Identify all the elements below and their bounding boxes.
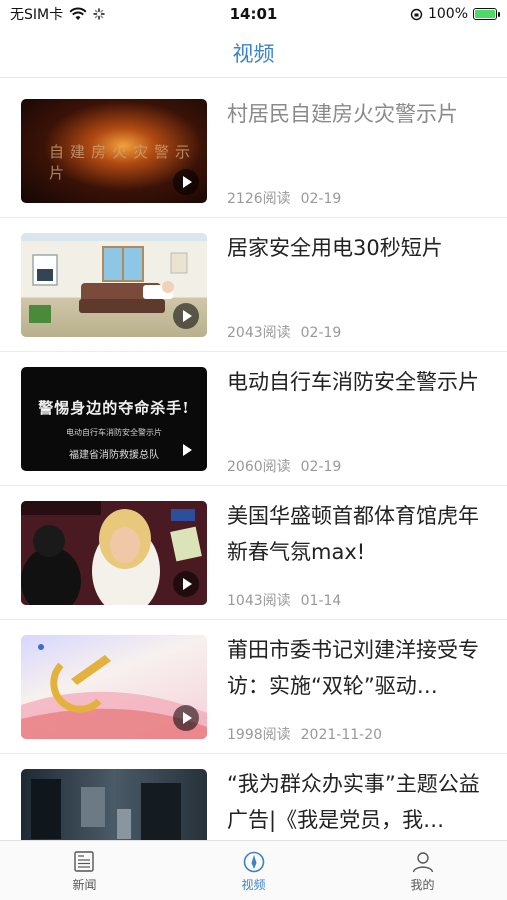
video-thumbnail[interactable] <box>21 635 207 739</box>
wifi-icon <box>69 7 87 20</box>
video-item[interactable]: 警惕身边的夺命杀手! 电动自行车消防安全警示片 福建省消防救援总队 电动自行车消… <box>0 352 507 486</box>
video-title[interactable]: 居家安全用电30秒短片 <box>227 230 487 266</box>
tab-news[interactable]: 新闻 <box>0 841 169 900</box>
video-list[interactable]: 自建房火灾警示片 村居民自建房火灾警示片 2126阅读 02-19 居家安全用电… <box>0 84 507 840</box>
video-title[interactable]: 电动自行车消防安全警示片 <box>227 364 487 400</box>
view-count: 2060阅读 <box>227 459 291 475</box>
user-icon <box>412 852 433 873</box>
tab-mine[interactable]: 我的 <box>338 841 507 900</box>
play-icon[interactable] <box>173 303 199 329</box>
battery-charging-icon <box>473 8 500 20</box>
loading-icon <box>93 8 105 20</box>
tab-bar: 新闻 视频 我的 <box>0 840 507 900</box>
publish-date: 02-19 <box>300 191 342 207</box>
page-title: 视频 <box>232 41 275 66</box>
video-title[interactable]: “我为群众办实事”主题公益广告|《我是党员，我… <box>227 766 487 838</box>
publish-date: 01-14 <box>300 593 342 609</box>
status-bar: 无SIM卡 14:01 100% <box>0 0 507 28</box>
tab-label: 新闻 <box>72 878 97 892</box>
video-thumbnail[interactable]: 自建房火灾警示片 <box>21 99 207 203</box>
video-thumbnail[interactable] <box>21 233 207 337</box>
street-scene-illustration <box>31 779 181 840</box>
tab-label: 我的 <box>410 878 435 892</box>
video-item[interactable]: “我为群众办实事”主题公益广告|《我是党员，我… <box>0 754 507 840</box>
video-item[interactable]: 居家安全用电30秒短片 2043阅读 02-19 <box>0 218 507 352</box>
video-title[interactable]: 美国华盛顿首都体育馆虎年新春气氛max! <box>227 498 487 570</box>
video-meta: 2060阅读 02-19 <box>227 456 341 476</box>
video-meta: 1043阅读 01-14 <box>227 590 341 610</box>
publish-date: 2021-11-20 <box>300 727 383 743</box>
video-item[interactable]: 美国华盛顿首都体育馆虎年新春气氛max! 1043阅读 01-14 <box>0 486 507 620</box>
video-item[interactable]: 自建房火灾警示片 村居民自建房火灾警示片 2126阅读 02-19 <box>0 84 507 218</box>
view-count: 1998阅读 <box>227 727 291 743</box>
view-count: 2043阅读 <box>227 325 291 341</box>
video-meta: 2126阅读 02-19 <box>227 188 341 208</box>
view-count: 1043阅读 <box>227 593 291 609</box>
publish-date: 02-19 <box>300 325 342 341</box>
tab-video[interactable]: 视频 <box>169 841 338 900</box>
video-title[interactable]: 村居民自建房火灾警示片 <box>227 96 487 132</box>
carrier-label: 无SIM卡 <box>10 7 64 23</box>
newspaper-icon <box>73 851 94 872</box>
play-icon[interactable] <box>173 437 199 463</box>
thumbnail-subcaption: 电动自行车消防安全警示片 <box>66 428 162 437</box>
battery-percent: 100% <box>427 6 468 22</box>
publish-date: 02-19 <box>300 459 342 475</box>
video-compass-icon <box>243 851 264 873</box>
view-count: 2126阅读 <box>227 191 291 207</box>
video-thumbnail[interactable] <box>21 501 207 605</box>
tab-label: 视频 <box>241 878 266 892</box>
play-icon[interactable] <box>173 705 199 731</box>
video-title[interactable]: 莆田市委书记刘建洋接受专访：实施“双轮”驱动… <box>227 632 487 704</box>
video-item[interactable]: 莆田市委书记刘建洋接受专访：实施“双轮”驱动… 1998阅读 2021-11-20 <box>0 620 507 754</box>
nav-bar: 视频 <box>0 28 507 78</box>
video-meta: 2043阅读 02-19 <box>227 322 341 342</box>
video-meta: 1998阅读 2021-11-20 <box>227 724 382 744</box>
video-thumbnail[interactable] <box>21 769 207 840</box>
play-icon[interactable] <box>173 169 199 195</box>
orientation-lock-icon <box>410 8 423 20</box>
battery-level <box>475 10 495 18</box>
play-icon[interactable] <box>173 571 199 597</box>
thumbnail-caption: 警惕身边的夺命杀手! <box>38 399 190 417</box>
video-thumbnail[interactable]: 警惕身边的夺命杀手! 电动自行车消防安全警示片 福建省消防救援总队 <box>21 367 207 471</box>
